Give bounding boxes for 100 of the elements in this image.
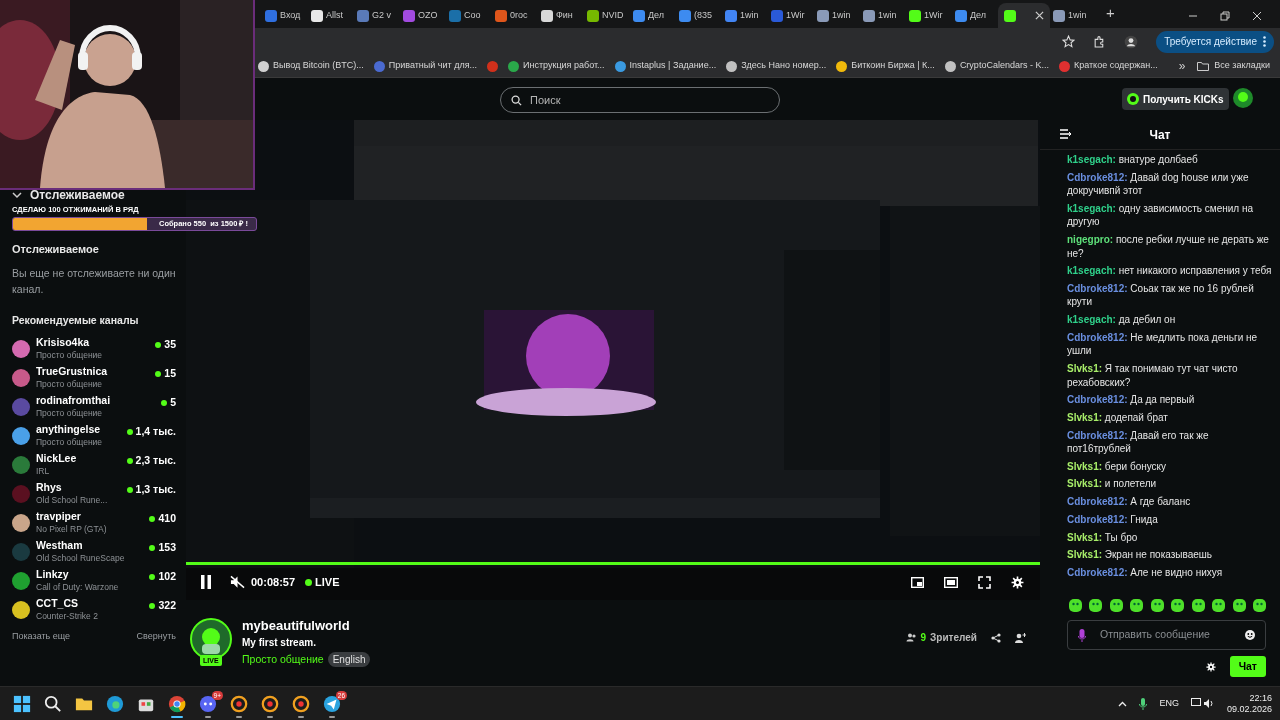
chat-message: Slvks1: Экран не показываешь — [1067, 548, 1213, 562]
bookmark-item[interactable] — [487, 60, 499, 72]
channel-item[interactable]: Linkzy Call of Duty: Warzone 102 — [12, 566, 176, 596]
bookmark-item[interactable]: CryptoCalendars - K... — [944, 59, 1049, 73]
search-field[interactable]: Поиск — [500, 87, 780, 113]
microphone-icon[interactable] — [1078, 628, 1086, 642]
network-volume-icon[interactable] — [1190, 698, 1215, 709]
browser-tab[interactable]: Allst — [308, 3, 354, 28]
streamer-avatar[interactable] — [190, 618, 232, 660]
collapse-chat-icon[interactable] — [1060, 129, 1072, 139]
app-icon[interactable] — [230, 694, 248, 713]
emote-icon[interactable] — [1191, 599, 1205, 612]
bookmark-item[interactable]: Instaplus | Задание... — [614, 59, 717, 73]
microphone-icon[interactable] — [1139, 697, 1148, 710]
emote-icon[interactable] — [1171, 599, 1185, 612]
all-bookmarks-button[interactable]: Все закладки — [1197, 59, 1270, 73]
emoji-icon[interactable] — [1245, 630, 1255, 640]
share-icon[interactable] — [991, 632, 1001, 643]
restore-icon[interactable] — [1220, 11, 1230, 21]
channel-item[interactable]: CCT_CS Counter-Strike 2 322 — [12, 595, 176, 625]
chevron-down-icon[interactable] — [12, 191, 22, 199]
bookmark-item[interactable]: Здесь Нано номер... — [726, 59, 827, 73]
follow-icon[interactable] — [1015, 632, 1026, 643]
picture-in-picture-icon[interactable] — [911, 576, 924, 588]
channel-item[interactable]: Westham Old School RuneScape 153 — [12, 537, 176, 567]
browser-tab[interactable]: 1win — [860, 3, 906, 28]
browser-tab[interactable]: Вход — [262, 3, 308, 28]
more-bookmarks-button[interactable]: » — [1178, 57, 1186, 75]
browser-tab[interactable]: 1win — [722, 3, 768, 28]
browser-tab[interactable]: Coo — [446, 3, 492, 28]
emote-icon[interactable] — [1150, 599, 1164, 612]
browser-tab[interactable]: Дел — [630, 3, 676, 28]
chat-message: Cdbroke812: Гнида — [1067, 512, 1159, 527]
channel-item[interactable]: NickLee IRL 2,3 тыс. — [12, 450, 176, 480]
close-icon[interactable] — [1252, 11, 1262, 21]
chat-message: Cdbroke812: Давай его так же пот16трублей — [1067, 428, 1210, 456]
viewer-count: 410 — [158, 511, 176, 527]
browser-tab[interactable]: 1win — [814, 3, 860, 28]
fullscreen-icon[interactable] — [978, 575, 991, 589]
send-chat-button[interactable]: Чат — [1229, 656, 1266, 677]
channel-item[interactable]: TrueGrustnica Просто общение 15 — [12, 363, 176, 393]
bookmark-item[interactable]: Приватный чит для... — [373, 59, 478, 73]
windows-icon[interactable] — [13, 694, 31, 713]
close-icon[interactable] — [1035, 11, 1044, 20]
channel-item[interactable]: Krisiso4ka Просто общение 35 — [12, 334, 176, 364]
collapse-link[interactable]: Свернуть — [136, 630, 176, 644]
bookmark-item[interactable]: Инструкция работ... — [508, 59, 605, 73]
viewer-count: 5 — [170, 395, 176, 411]
channel-item[interactable]: Rhys Old School Rune... 1,3 тыс. — [12, 479, 176, 509]
bookmark-item[interactable]: Краткое содержан... — [1058, 59, 1158, 73]
emote-icon[interactable] — [1069, 599, 1082, 612]
browser-tab[interactable]: Фин — [538, 3, 584, 28]
emote-icon[interactable] — [1212, 599, 1226, 612]
browser-tab[interactable]: (835 — [676, 3, 722, 28]
user-avatar-icon[interactable] — [1233, 88, 1253, 108]
action-required-button[interactable]: Требуется действие — [1156, 30, 1274, 53]
message-input-field[interactable]: Отправить сообщение — [1067, 620, 1266, 650]
browser-tab[interactable]: G2 v — [354, 3, 400, 28]
new-tab-button[interactable]: + — [1106, 1, 1115, 24]
bookmark-item[interactable]: Вывод Bitcoin (BTC)... — [258, 59, 364, 73]
emote-icon[interactable] — [1130, 599, 1144, 612]
empty-state-text: Вы еще не отслеживаете ни один канал. — [12, 265, 176, 297]
channel-item[interactable]: travpiper No Pixel RP (GTA) 410 — [12, 508, 176, 538]
browser-tab[interactable]: 1Wir — [768, 3, 814, 28]
clock[interactable]: 22:16 09.02.2026 — [1226, 692, 1272, 715]
theater-mode-icon[interactable] — [944, 576, 958, 588]
language-tag[interactable]: English — [327, 652, 371, 668]
browser-tab[interactable]: NVID — [584, 3, 630, 28]
chrome-icon[interactable] — [168, 694, 186, 713]
pause-icon[interactable] — [200, 575, 212, 589]
browser-icon[interactable] — [106, 694, 124, 713]
category-link[interactable]: Просто общение — [242, 652, 324, 668]
app-icon[interactable] — [292, 694, 310, 713]
emote-icon[interactable] — [1232, 599, 1246, 612]
search-icon[interactable] — [44, 694, 62, 713]
browser-tab[interactable]: 1Wir — [906, 3, 952, 28]
show-more-link[interactable]: Показать еще — [12, 630, 71, 644]
channel-item[interactable]: anythingelse Просто общение 1,4 тыс. — [12, 421, 176, 451]
channel-item[interactable]: rodinafromthai Просто общение 5 — [12, 392, 176, 422]
emote-icon[interactable] — [1109, 599, 1123, 612]
get-kicks-button[interactable]: Получить KICKs — [1122, 88, 1229, 110]
settings-icon[interactable] — [1011, 575, 1024, 589]
bookmark-item[interactable]: Биткоин Биржа | К... — [836, 59, 935, 73]
browser-tab[interactable]: OZO — [400, 3, 446, 28]
channel-name: travpiper — [36, 510, 82, 524]
muted-speaker-icon[interactable] — [230, 575, 245, 589]
emote-icon[interactable] — [1252, 599, 1266, 612]
browser-tab[interactable] — [998, 3, 1050, 28]
language-indicator[interactable]: ENG — [1159, 696, 1179, 711]
browser-tab[interactable]: Дел — [952, 3, 998, 28]
chevron-up-icon[interactable] — [1118, 700, 1128, 707]
settings-icon[interactable] — [1205, 661, 1216, 672]
app-icon[interactable] — [261, 694, 279, 713]
channel-category: No Pixel RP (GTA) — [36, 523, 108, 536]
browser-tab[interactable]: 1win — [1050, 3, 1096, 28]
channel-name[interactable]: mybeautifulworld — [242, 618, 371, 634]
bookmark-star-icon[interactable] — [1062, 35, 1076, 48]
emote-icon[interactable] — [1089, 599, 1103, 612]
browser-tab[interactable]: 0roc — [492, 3, 538, 28]
profile-avatar-icon[interactable] — [1124, 34, 1139, 49]
